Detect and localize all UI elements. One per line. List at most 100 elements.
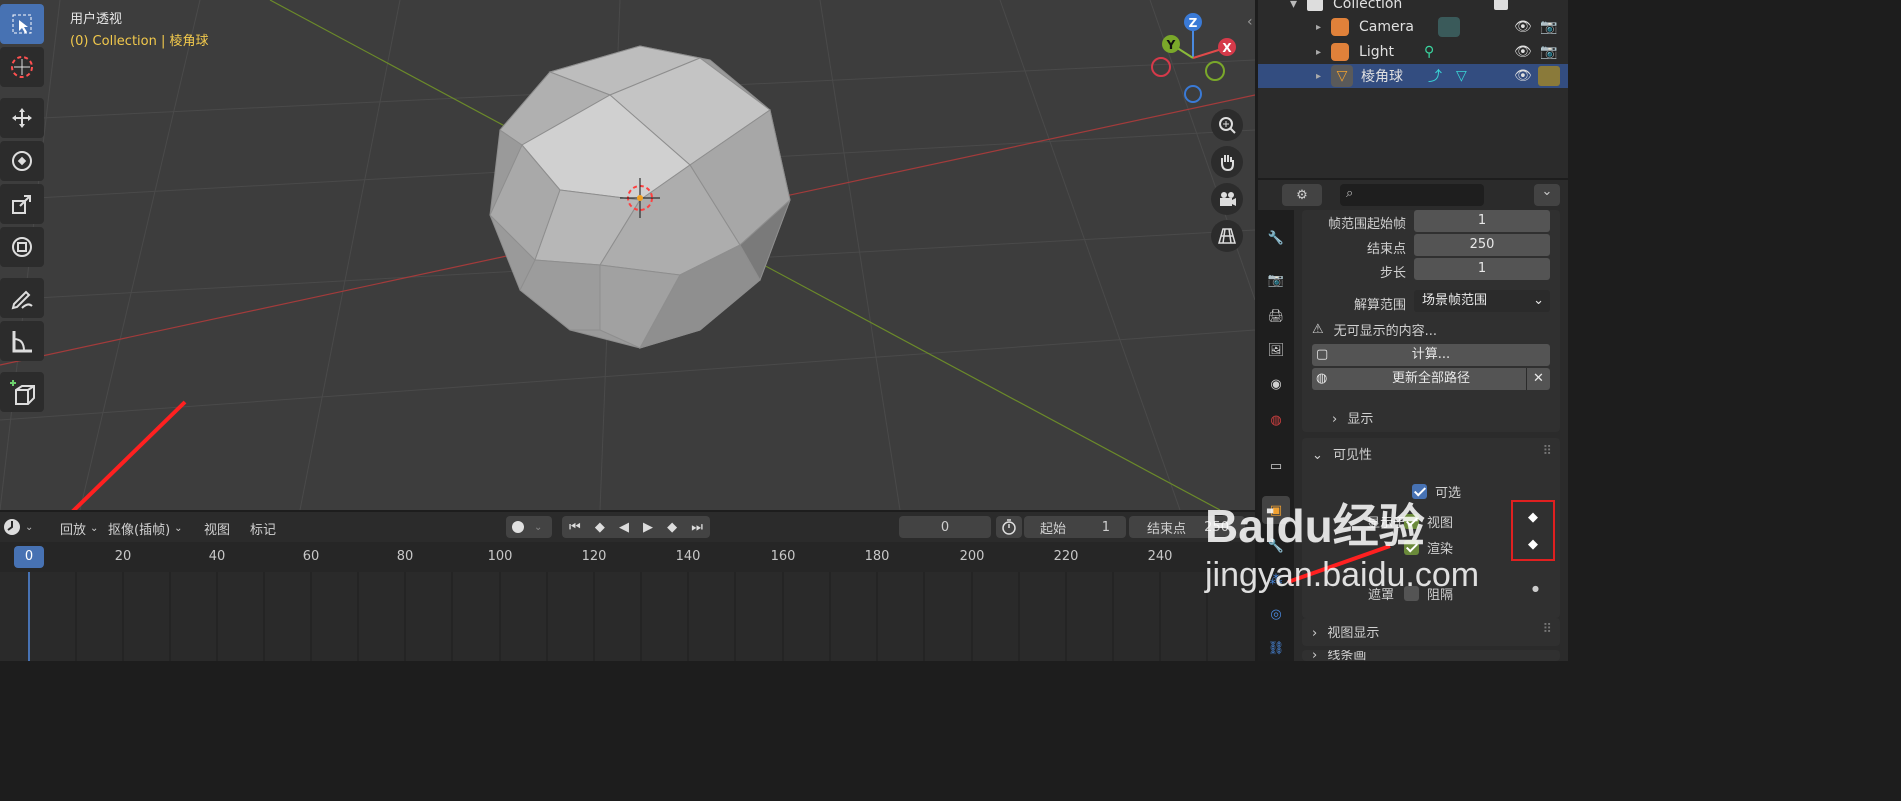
next-keyframe-icon[interactable]: ◆ xyxy=(667,520,677,535)
add-cube-tool[interactable] xyxy=(0,372,44,412)
output-tab[interactable]: 🖨 xyxy=(1262,302,1290,330)
checkbox-icon[interactable] xyxy=(1494,0,1508,10)
close-icon[interactable]: ✕ xyxy=(1526,368,1550,390)
keyframe-dot-icon[interactable]: ● xyxy=(1532,584,1539,593)
drag-handle-icon[interactable]: ⠿ xyxy=(1542,444,1552,459)
measure-icon xyxy=(12,331,32,353)
view-layer-tab[interactable]: 🖼 xyxy=(1262,336,1290,364)
chevron-down-icon[interactable]: ⌄ xyxy=(1534,184,1560,206)
current-frame-indicator[interactable]: 0 xyxy=(14,546,44,568)
marker-menu[interactable]: 标记 xyxy=(250,519,276,538)
eye-icon[interactable]: 👁 xyxy=(1514,44,1532,60)
projection-toggle-button[interactable] xyxy=(1211,220,1243,252)
outliner-collection-row[interactable]: ▾ Collection xyxy=(1258,0,1568,16)
scale-tool[interactable] xyxy=(0,184,44,224)
prev-keyframe-icon[interactable]: ◆ xyxy=(595,520,605,535)
jump-start-icon[interactable]: ⏮ xyxy=(569,520,581,535)
update-all-paths-button[interactable]: ◍ 更新全部路径 ✕ xyxy=(1312,368,1550,390)
wrench-screwdriver-icon: 🔧 xyxy=(1267,230,1285,246)
cursor-tool[interactable] xyxy=(0,47,44,87)
move-tool[interactable] xyxy=(0,98,44,138)
eye-icon[interactable]: 👁 xyxy=(1514,68,1532,84)
expand-arrow-icon: ▸ xyxy=(1316,21,1322,33)
outliner: ▾ Collection ▸ Camera 👁 📷 ▸ Light ⚲ 👁 📷 … xyxy=(1258,0,1568,178)
zoom-icon xyxy=(1219,117,1236,134)
viewport-display-panel[interactable]: › 视图显示 ⠿ xyxy=(1302,618,1560,646)
eye-icon[interactable]: 👁 xyxy=(1514,19,1532,35)
calculate-button[interactable]: ▢ 计算... xyxy=(1312,344,1550,366)
annotate-icon xyxy=(11,290,33,310)
preview-range-toggle[interactable] xyxy=(996,516,1022,538)
show-in-viewport-checkbox[interactable]: 视图 xyxy=(1404,512,1453,531)
3d-viewport[interactable]: 用户透视 (0) Collection | 棱角球 Z X Y ‹ xyxy=(0,0,1255,510)
editor-type-selector[interactable]: ⚙ xyxy=(1282,184,1322,206)
modifier-icon[interactable]: ⤴ xyxy=(1428,66,1442,86)
rotate-tool[interactable] xyxy=(0,141,44,181)
lineart-panel[interactable]: › 线条画 xyxy=(1302,650,1560,661)
start-frame-field[interactable]: 起始 1 xyxy=(1024,516,1126,538)
editor-type-selector[interactable]: ⌄ xyxy=(2,517,33,537)
render-camera-icon[interactable] xyxy=(1538,66,1560,86)
zoom-button[interactable] xyxy=(1211,109,1243,141)
chevron-left-icon[interactable]: ‹ xyxy=(1247,14,1253,30)
end-frame-field[interactable]: 结束点 250 xyxy=(1129,516,1245,538)
lineart-label: 线条画 xyxy=(1327,650,1367,661)
current-frame-field[interactable]: 0 xyxy=(899,516,991,538)
show-in-render-checkbox[interactable]: 渲染 xyxy=(1404,538,1453,557)
playback-menu[interactable]: 回放 ⌄ xyxy=(60,519,98,538)
annotate-tool[interactable] xyxy=(0,278,44,318)
outliner-item-label: 棱角球 xyxy=(1361,69,1404,85)
end-frame-label: 结束点 xyxy=(1147,521,1187,537)
holdout-checkbox[interactable]: 阻隔 xyxy=(1404,584,1453,603)
constraints-tab[interactable]: ⛓ xyxy=(1262,634,1290,662)
outliner-item-icosphere[interactable]: ▸ ▽ 棱角球 ⤴ ▽ 👁 xyxy=(1258,64,1568,88)
calc-range-select[interactable]: 场景帧范围 ⌄ xyxy=(1414,290,1550,312)
rotate-icon xyxy=(12,151,32,171)
frame-end-field[interactable]: 250 xyxy=(1414,234,1550,256)
search-input[interactable]: ⌕ xyxy=(1340,184,1484,206)
select-box-tool[interactable] xyxy=(0,4,44,44)
record-icon xyxy=(512,521,524,533)
transform-tool[interactable] xyxy=(0,227,44,267)
frame-start-field[interactable]: 1 xyxy=(1414,210,1550,232)
keying-menu[interactable]: 抠像(插帧) ⌄ xyxy=(108,519,183,538)
keyframe-diamond-icon[interactable]: ◆ xyxy=(1528,510,1538,525)
collection-tab[interactable]: ▭ xyxy=(1262,452,1290,480)
physics-tab[interactable]: ◎ xyxy=(1262,600,1290,628)
world-icon: ◍ xyxy=(1270,412,1282,428)
pan-button[interactable] xyxy=(1211,146,1243,178)
view-menu[interactable]: 视图 xyxy=(204,519,230,538)
world-tab[interactable]: ◍ xyxy=(1262,406,1290,434)
selectable-checkbox[interactable]: 可选 xyxy=(1412,482,1461,501)
camera-view-button[interactable] xyxy=(1211,183,1243,215)
render-camera-icon[interactable]: 📷 xyxy=(1540,44,1557,60)
chevron-right-icon: › xyxy=(1312,650,1318,661)
render-tab[interactable]: 📷 xyxy=(1262,266,1290,294)
collection-label: Collection xyxy=(1333,0,1403,12)
tick-label: 160 xyxy=(770,549,796,564)
step-field[interactable]: 1 xyxy=(1414,258,1550,280)
render-camera-icon[interactable]: 📷 xyxy=(1540,19,1557,35)
navigation-gizmo[interactable]: Z X Y xyxy=(1145,8,1245,108)
timeline-ruler[interactable]: 0 20 40 60 80 100 120 140 160 180 200 22… xyxy=(0,542,1255,572)
tool-tab[interactable]: 🔧 xyxy=(1262,224,1290,252)
checkbox-icon xyxy=(1404,514,1419,529)
visibility-panel-header[interactable]: ⌄ 可见性 xyxy=(1312,444,1372,463)
play-icon[interactable]: ▶ xyxy=(643,520,653,535)
measure-tool[interactable] xyxy=(0,321,44,361)
jump-end-icon[interactable]: ⏭ xyxy=(691,520,703,535)
outliner-item-light[interactable]: ▸ Light ⚲ 👁 📷 xyxy=(1258,40,1568,64)
outliner-item-label: Light xyxy=(1359,44,1394,60)
timeline-body[interactable] xyxy=(0,572,1255,661)
keyframe-diamond-icon[interactable]: ◆ xyxy=(1528,537,1538,552)
camera-data-icon[interactable] xyxy=(1438,17,1460,37)
drag-handle-icon[interactable]: ⠿ xyxy=(1542,622,1552,637)
scene-tab[interactable]: ◉ xyxy=(1262,370,1290,398)
play-reverse-icon[interactable]: ◀ xyxy=(619,520,629,535)
mesh-data-icon[interactable]: ▽ xyxy=(1456,68,1467,84)
auto-keying-toggle[interactable]: ⌄ xyxy=(506,516,552,538)
light-data-icon[interactable]: ⚲ xyxy=(1424,44,1434,60)
display-subpanel-header[interactable]: › 显示 xyxy=(1332,408,1373,427)
outliner-item-camera[interactable]: ▸ Camera 👁 📷 xyxy=(1258,15,1568,39)
object-tab[interactable]: ▣ xyxy=(1262,496,1290,524)
